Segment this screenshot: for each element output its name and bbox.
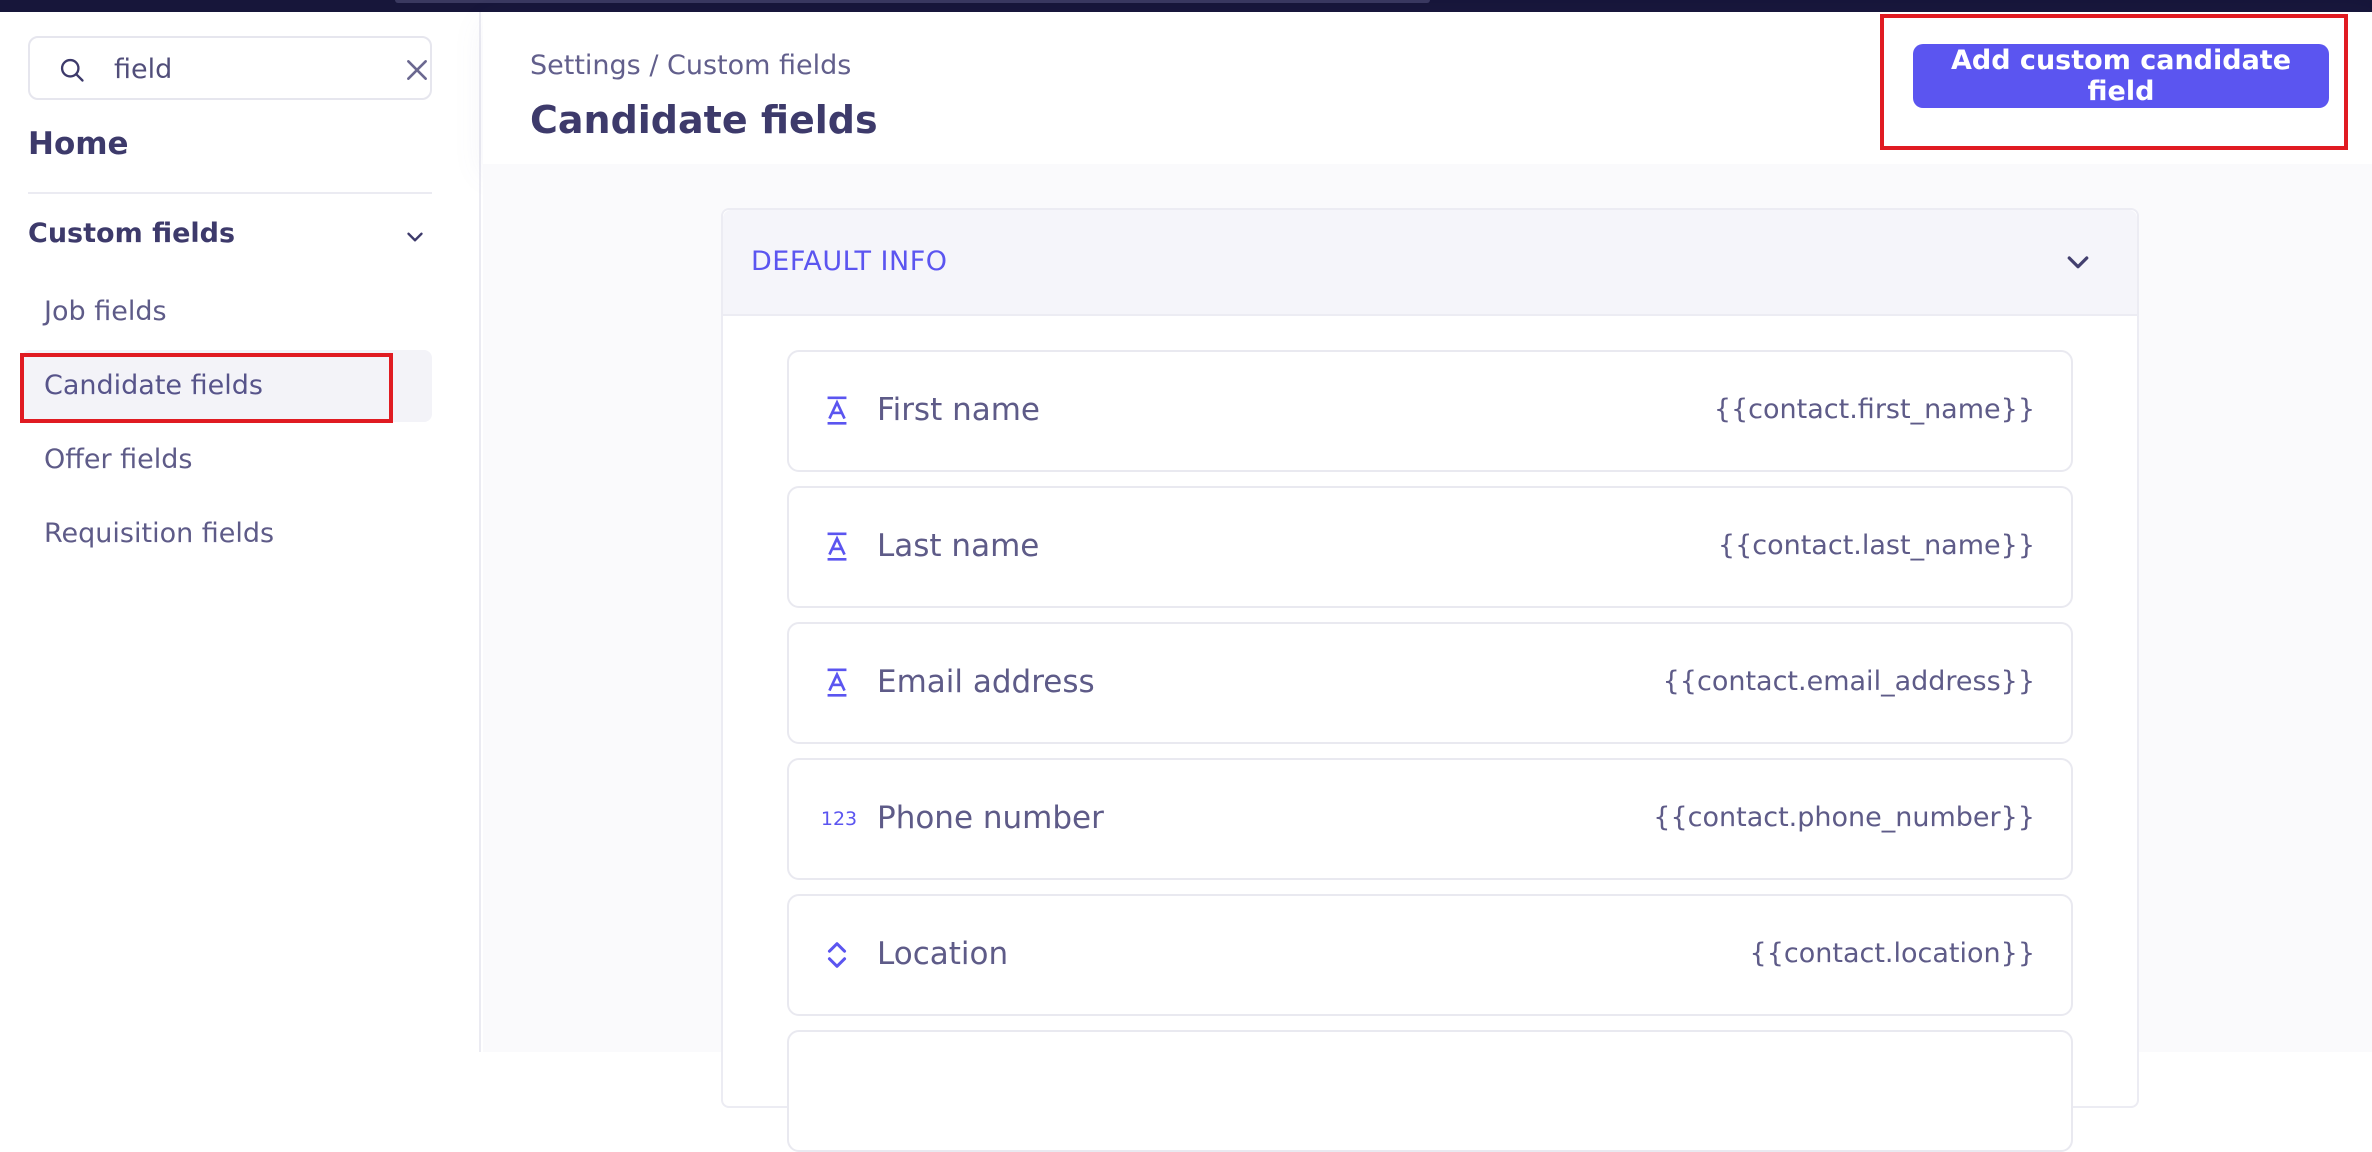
field-row-phone-number[interactable]: 123 Phone number {{contact.phone_number}…: [787, 758, 2073, 880]
breadcrumb: Settings / Custom fields: [530, 50, 852, 81]
text-type-icon: [827, 396, 847, 425]
field-row-last-name[interactable]: Last name {{contact.last_name}}: [787, 486, 2073, 608]
add-custom-candidate-field-button[interactable]: Add custom candidate field: [1913, 44, 2329, 108]
sidebar-item-job-fields[interactable]: Job fields: [22, 276, 432, 348]
main-content: DEFAULT INFO First name {{contact.first_…: [483, 164, 2372, 1152]
field-key: {{contact.phone_number}}: [1653, 802, 2035, 833]
search-box[interactable]: [28, 36, 432, 100]
default-info-label: DEFAULT INFO: [751, 246, 948, 277]
sidebar-divider: [28, 192, 432, 194]
close-icon[interactable]: [404, 57, 430, 83]
text-type-icon: [827, 668, 847, 697]
default-info-header[interactable]: DEFAULT INFO: [723, 210, 2137, 316]
chevron-down-icon: [407, 232, 423, 242]
sidebar-item-offer-fields[interactable]: Offer fields: [22, 424, 432, 496]
select-type-icon: [827, 942, 847, 968]
sidebar-section-custom-fields[interactable]: Custom fields: [28, 218, 432, 260]
page-header: Settings / Custom fields Candidate field…: [483, 12, 2372, 164]
field-name: Location: [877, 936, 1009, 972]
field-row-partial[interactable]: [787, 1030, 2073, 1152]
browser-tab-strip: [395, 0, 1430, 3]
field-key: {{contact.first_name}}: [1713, 394, 2035, 425]
search-icon: [60, 58, 84, 82]
field-key: {{contact.location}}: [1749, 938, 2035, 969]
browser-top-bar: [0, 0, 2372, 12]
field-name: Email address: [877, 664, 1095, 700]
field-key: {{contact.email_address}}: [1662, 666, 2035, 697]
field-row-email-address[interactable]: Email address {{contact.email_address}}: [787, 622, 2073, 744]
sidebar-item-requisition-fields[interactable]: Requisition fields: [22, 498, 432, 570]
default-info-panel: DEFAULT INFO First name {{contact.first_…: [721, 208, 2139, 1152]
page-title: Candidate fields: [530, 98, 878, 142]
field-row-location[interactable]: Location {{contact.location}}: [787, 894, 2073, 1016]
sidebar-home-link[interactable]: Home: [28, 126, 129, 162]
search-input[interactable]: [114, 48, 364, 90]
field-key: {{contact.last_name}}: [1717, 530, 2035, 561]
field-row-first-name[interactable]: First name {{contact.first_name}}: [787, 350, 2073, 472]
number-type-icon: 123: [820, 808, 858, 830]
sidebar-section-label: Custom fields: [28, 218, 236, 249]
settings-sidebar: Home Custom fields Job fields Candidate …: [0, 12, 481, 1052]
field-name: Last name: [877, 528, 1040, 564]
text-type-icon: [827, 532, 847, 561]
chevron-down-icon: [2067, 256, 2089, 269]
field-name: First name: [877, 392, 1041, 428]
sidebar-item-candidate-fields[interactable]: Candidate fields: [22, 350, 432, 422]
field-name: Phone number: [877, 800, 1104, 836]
